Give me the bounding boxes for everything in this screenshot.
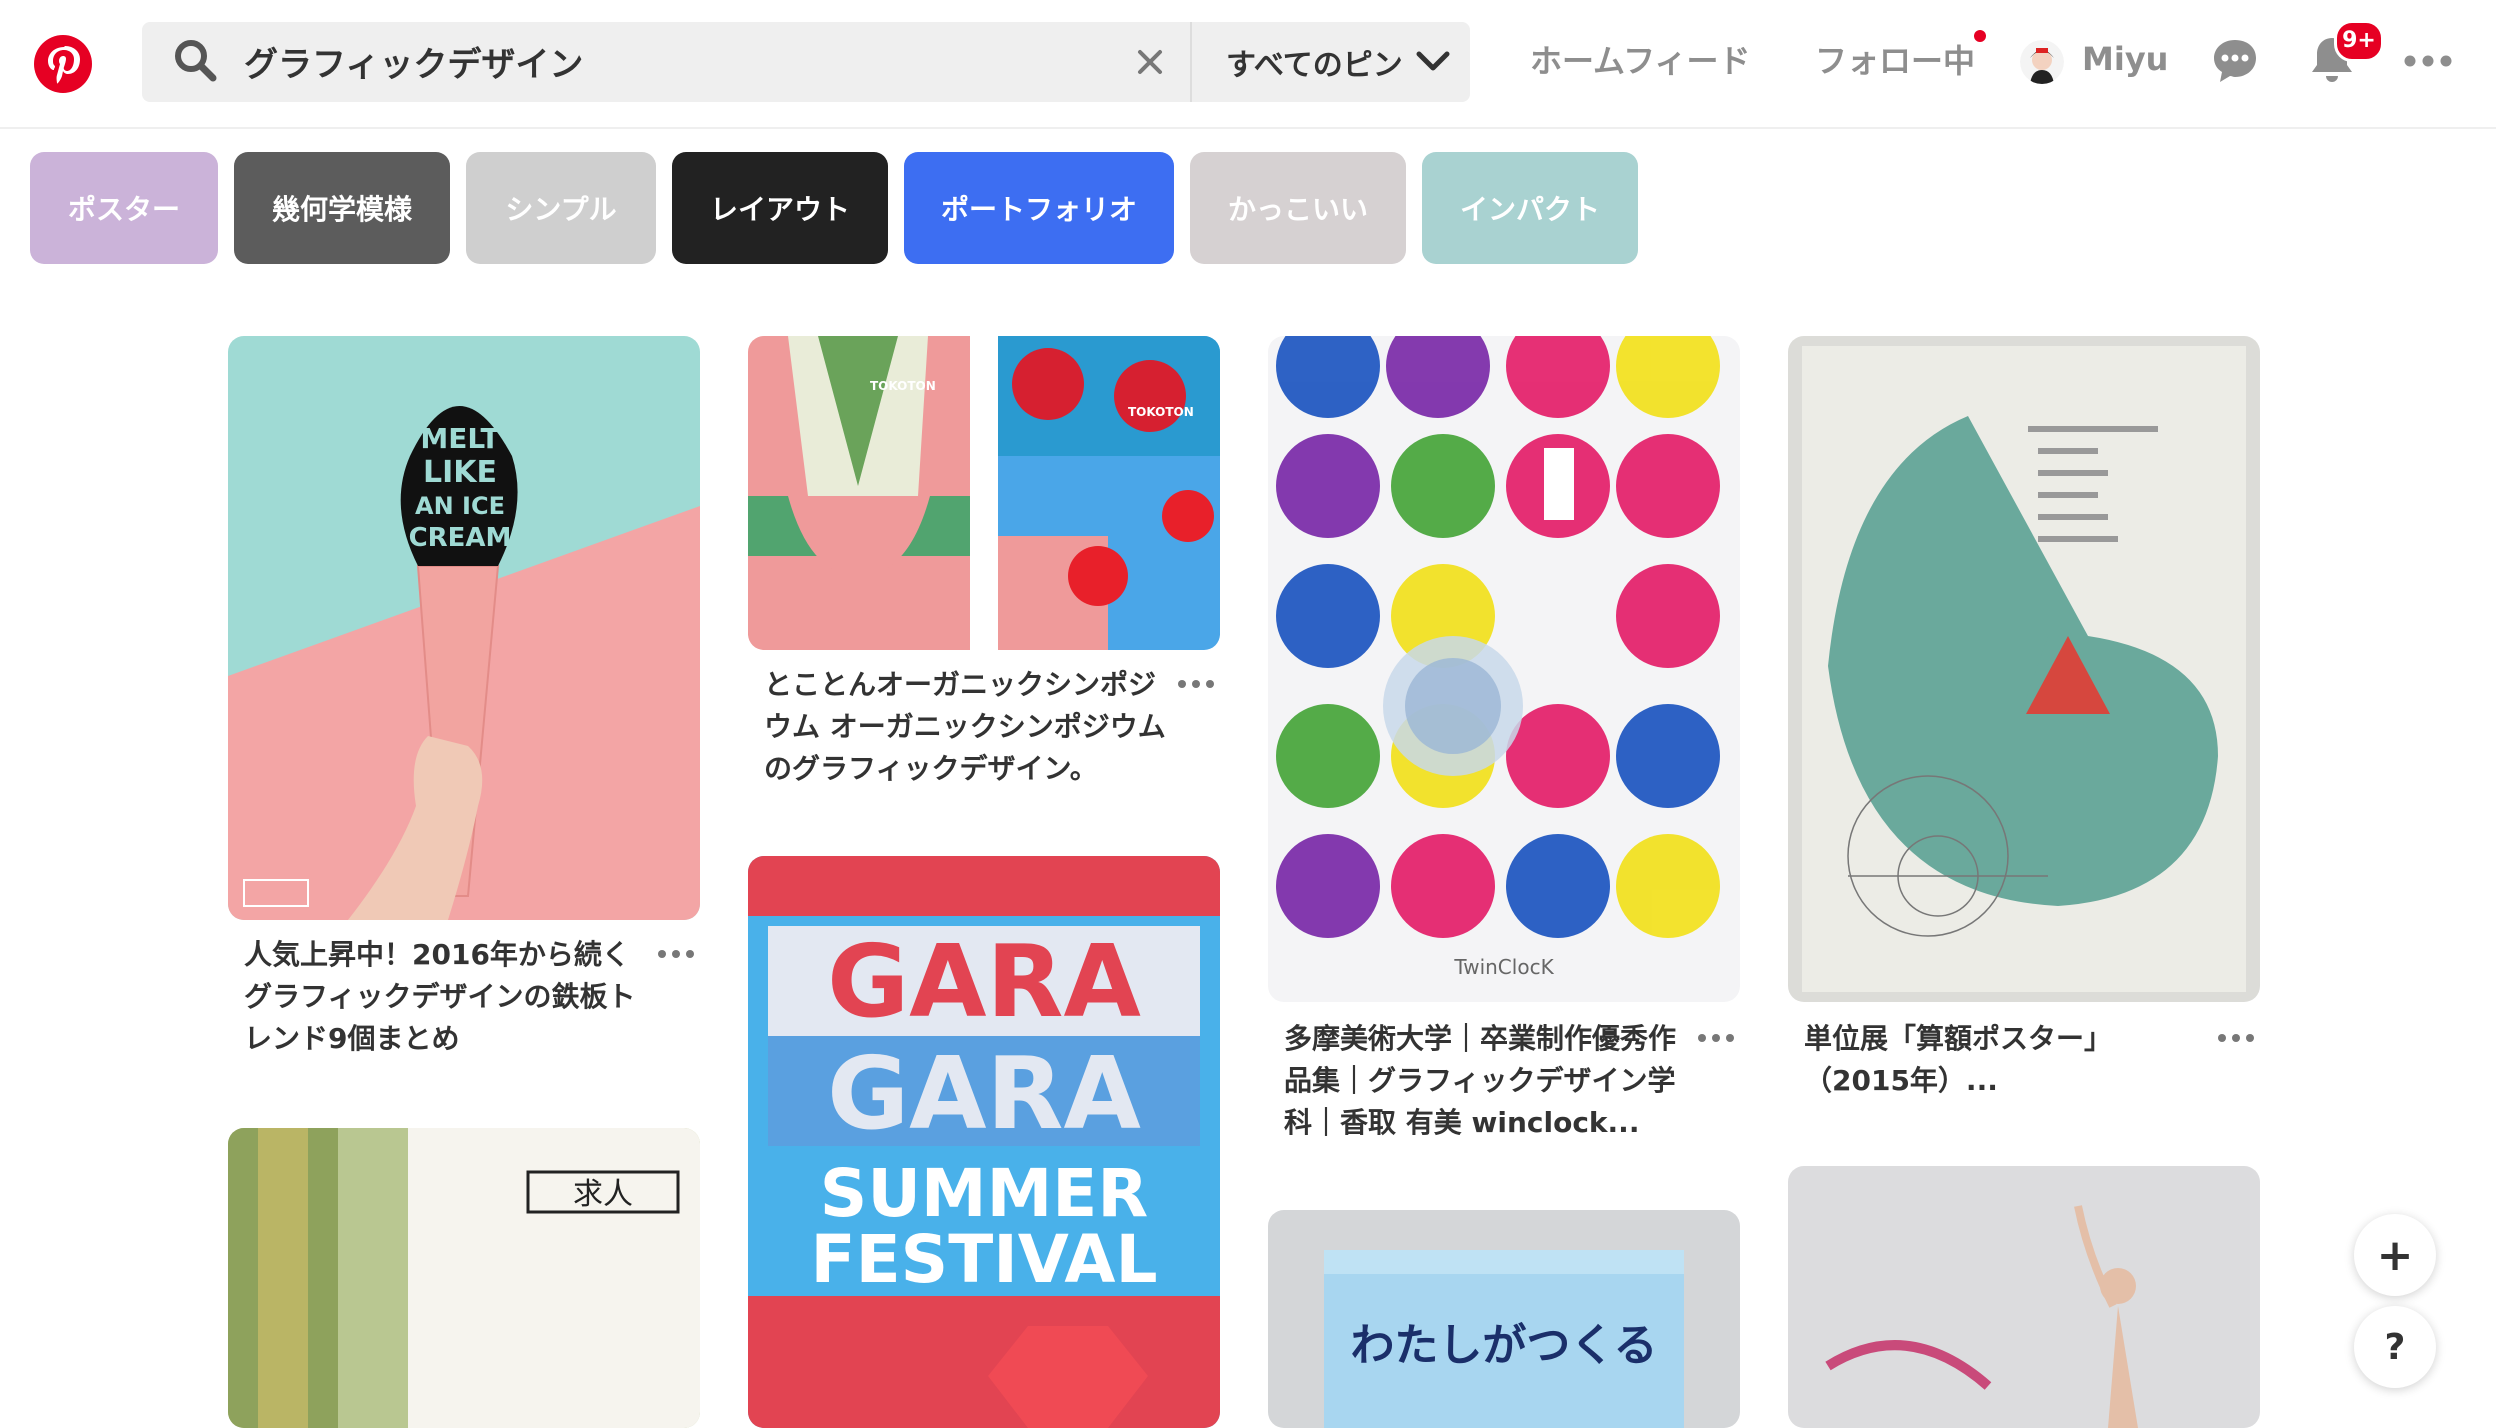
pin-title-4[interactable]: 単位展「算額ポスター」 （2015年）... — [1804, 1018, 2224, 1102]
more-options-icon[interactable] — [2400, 44, 2456, 78]
twinclock-poster-image: TwinClocK — [1268, 336, 1740, 1002]
search-input[interactable] — [244, 36, 1124, 86]
chip-simple[interactable]: シンプル — [466, 152, 656, 264]
search-icon — [175, 40, 217, 82]
twinclock-image-text: TwinClocK — [1453, 955, 1554, 979]
pin-title-2[interactable]: とことんオーガニックシンポジ ウム オーガニックシンポジウム のグラフィックデザ… — [764, 664, 1184, 790]
sangaku-poster-image — [1788, 336, 2260, 1002]
pinterest-logo[interactable] — [34, 35, 92, 93]
pin-title-3[interactable]: 多摩美術大学｜卒業制作優秀作 品集｜グラフィックデザイン学 科｜香取 有美 wi… — [1284, 1018, 1704, 1144]
pin-title-3-line-2: 品集｜グラフィックデザイン学 — [1284, 1064, 1676, 1097]
svg-text:AN ICE: AN ICE — [415, 492, 505, 520]
clear-search-icon[interactable] — [1128, 40, 1172, 84]
svg-text:GARA: GARA — [827, 923, 1141, 1040]
svg-text:FESTIVAL: FESTIVAL — [810, 1221, 1157, 1298]
chip-impact[interactable]: インパクト — [1422, 152, 1638, 264]
avatar-icon — [2020, 40, 2064, 84]
pin-title-4-line-1: 単位展「算額ポスター」 — [1804, 1022, 2113, 1055]
svg-text:TOKOTON: TOKOTON — [870, 379, 936, 393]
pin-more-icon[interactable] — [1696, 1032, 1736, 1044]
pin-title-1-line-3: レンド9個まとめ — [244, 1022, 460, 1055]
pin-title-3-line-3: 科｜香取 有美 winclock... — [1284, 1106, 1640, 1139]
unread-dot — [1974, 30, 1986, 42]
summer-festival-poster-image: GARA GARA SUMMER FESTIVAL — [748, 856, 1220, 1428]
svg-text:求人: 求人 — [573, 1177, 633, 1212]
pinterest-p-icon — [48, 46, 80, 84]
avatar[interactable] — [2020, 40, 2064, 84]
pin-title-2-line-3: のグラフィックデザイン。 — [764, 752, 1098, 785]
messages-icon[interactable] — [2210, 36, 2260, 86]
pin-title-1[interactable]: 人気上昇中！2016年から続く グラフィックデザインの鉄板ト レンド9個まとめ — [244, 934, 644, 1060]
help-button[interactable]: ? — [2354, 1306, 2436, 1388]
svg-text:CREAM: CREAM — [409, 523, 512, 553]
job-ad-poster-image: 求人 — [228, 1128, 700, 1428]
ice-cream-poster-image: MELT LIKE AN ICE CREAM — [228, 336, 700, 920]
svg-text:GARA: GARA — [827, 1035, 1141, 1152]
pin-more-icon[interactable] — [1176, 678, 1216, 690]
chip-cool[interactable]: かっこいい — [1190, 152, 1406, 264]
svg-text:TOKOTON: TOKOTON — [1128, 405, 1194, 419]
pin-more-icon[interactable] — [656, 948, 696, 960]
pin-title-3-line-1: 多摩美術大学｜卒業制作優秀作 — [1284, 1022, 1677, 1055]
pin-image-summer-festival[interactable]: GARA GARA SUMMER FESTIVAL — [748, 856, 1220, 1428]
user-name[interactable]: Miyu — [2082, 40, 2168, 78]
citizen-poster-text: わたしがつくる — [1350, 1320, 1657, 1371]
search-scope-dropdown[interactable]: すべてのピン — [1210, 22, 1460, 102]
nav-following[interactable]: フォロー中 — [1815, 36, 1975, 86]
pin-title-2-line-2: ウム オーガニックシンポジウム — [764, 710, 1166, 743]
pin-title-2-line-1: とことんオーガニックシンポジ — [764, 668, 1157, 701]
notification-badge: 9+ — [2334, 20, 2384, 62]
pin-image-job-ad[interactable]: 求人 — [228, 1128, 700, 1428]
gymnast-photo-image — [1788, 1166, 2260, 1428]
add-pin-button[interactable]: + — [2354, 1214, 2436, 1296]
pin-image-citizen-poster[interactable]: わたしがつくる — [1268, 1210, 1740, 1428]
chip-poster[interactable]: ポスター — [30, 152, 218, 264]
pin-image-sangaku-poster[interactable] — [1788, 336, 2260, 1002]
pin-title-4-line-2: （2015年）... — [1804, 1064, 1998, 1097]
pin-image-gymnast[interactable] — [1788, 1166, 2260, 1428]
pin-title-1-line-1: 人気上昇中！2016年から続く — [244, 938, 630, 971]
organic-symposium-posters-image: TOKOTON TOKOTON — [748, 336, 1220, 650]
search-scope-label: すべてのピン — [1226, 48, 1403, 83]
chip-geometric[interactable]: 幾何学模様 — [234, 152, 450, 264]
svg-text:MELT: MELT — [420, 422, 499, 455]
chip-portfolio[interactable]: ポートフォリオ — [904, 152, 1174, 264]
pin-image-twinclock[interactable]: TwinClocK — [1268, 336, 1740, 1002]
chip-layout[interactable]: レイアウト — [672, 152, 888, 264]
chevron-down-icon — [1416, 51, 1450, 71]
pin-more-icon[interactable] — [2216, 1032, 2256, 1044]
pin-image-ice-cream[interactable]: MELT LIKE AN ICE CREAM — [228, 336, 700, 920]
citizen-poster-image: わたしがつくる — [1268, 1210, 1740, 1428]
pin-title-1-line-2: グラフィックデザインの鉄板ト — [244, 980, 636, 1013]
pin-image-organic-symposium[interactable]: TOKOTON TOKOTON — [748, 336, 1220, 650]
nav-home-feed[interactable]: ホームフィード — [1530, 36, 1750, 86]
top-header: すべてのピン ホームフィード フォロー中 Miyu 9+ — [0, 0, 2496, 129]
svg-text:LIKE: LIKE — [423, 455, 497, 490]
search-divider — [1190, 22, 1192, 102]
